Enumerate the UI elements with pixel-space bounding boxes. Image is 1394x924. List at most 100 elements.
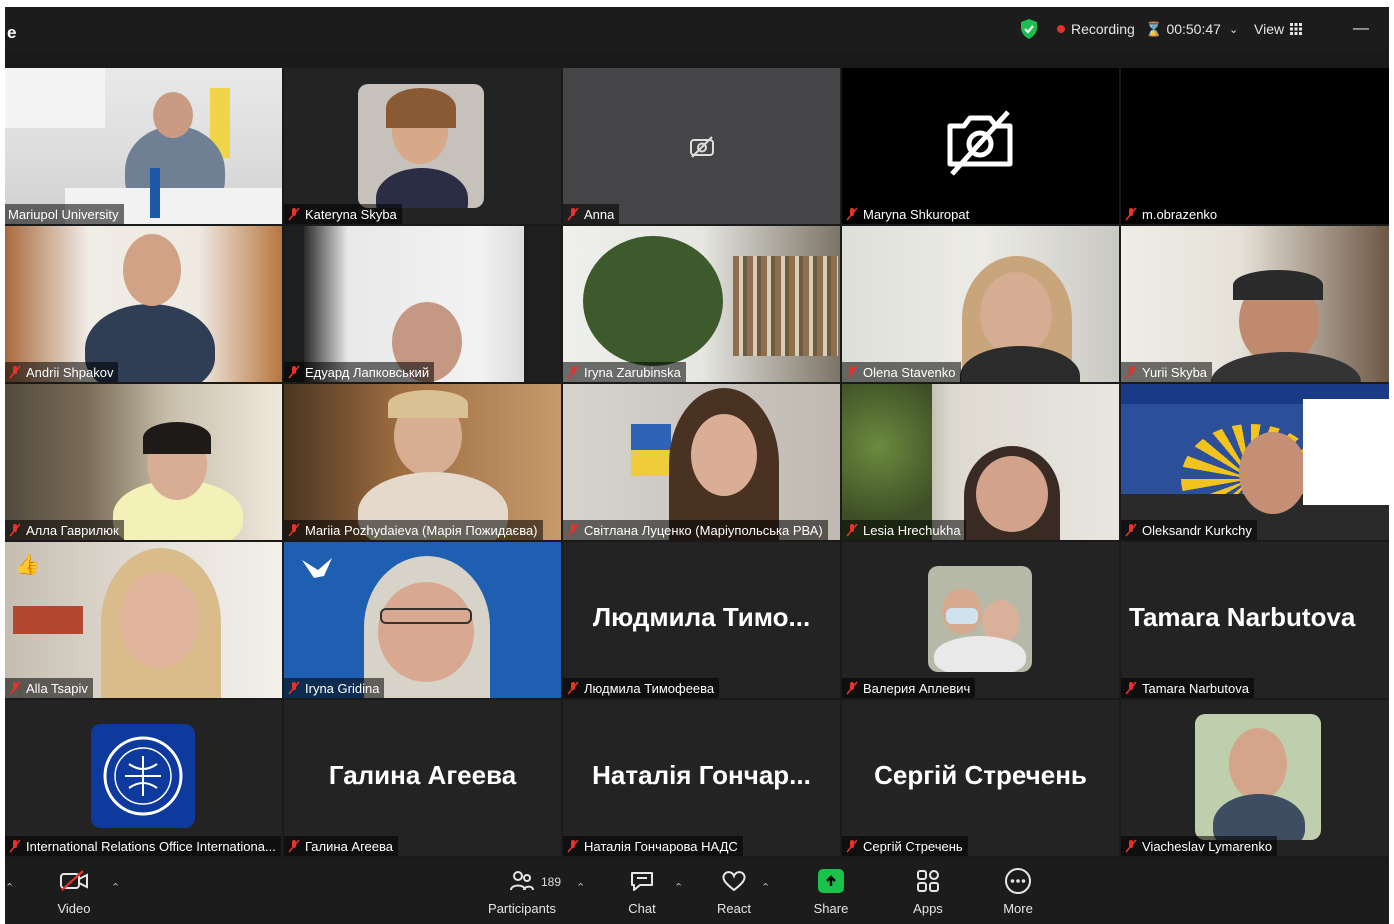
apps-icon bbox=[917, 870, 939, 892]
mic-muted-icon bbox=[288, 681, 300, 695]
participant-tile[interactable]: Iryna Zarubinska bbox=[563, 226, 840, 382]
mic-muted-icon bbox=[1125, 681, 1137, 695]
mic-muted-icon bbox=[288, 365, 300, 379]
participant-tile[interactable]: Сергій Стречень Сергій Стречень bbox=[842, 700, 1119, 856]
view-button[interactable]: View bbox=[1254, 7, 1303, 51]
participant-tile[interactable]: Едуард Лапковський bbox=[284, 226, 561, 382]
more-icon bbox=[1005, 868, 1031, 894]
zoom-meeting-window: e Recording ⌛ 00:50:47 ⌄ View — Mariupol… bbox=[5, 7, 1389, 924]
mic-muted-icon bbox=[9, 365, 21, 379]
participant-name: International Relations Office Internati… bbox=[5, 836, 281, 856]
react-heart-icon bbox=[722, 871, 746, 892]
chat-options-caret[interactable]: ⌃ bbox=[674, 881, 683, 894]
participant-tile[interactable]: Алла Гаврилюк bbox=[5, 384, 282, 540]
participant-name: Anna bbox=[563, 204, 620, 224]
react-options-caret[interactable]: ⌃ bbox=[761, 881, 770, 894]
participant-tile[interactable]: Olena Stavenko bbox=[842, 226, 1119, 382]
video-options-caret[interactable]: ⌃ bbox=[111, 881, 120, 894]
participant-tile[interactable]: Andrii Shpakov bbox=[5, 226, 282, 382]
more-label: More bbox=[1003, 901, 1033, 916]
mic-muted-icon bbox=[567, 681, 579, 695]
participant-tile[interactable]: Людмила Тимо... Людмила Тимофеева bbox=[563, 542, 840, 698]
participant-name: m.obrazenko bbox=[1121, 204, 1223, 224]
video-button[interactable]: Video bbox=[29, 865, 119, 916]
participant-tile[interactable]: Kateryna Skyba bbox=[284, 68, 561, 224]
video-off-icon bbox=[690, 136, 714, 158]
react-label: React bbox=[717, 901, 751, 916]
university-logo-icon bbox=[91, 724, 195, 828]
participant-tile[interactable]: 👍 Alla Tsapiv bbox=[5, 542, 282, 698]
mic-muted-icon bbox=[9, 523, 21, 537]
profile-photo bbox=[928, 566, 1032, 672]
meeting-timer[interactable]: ⌛ 00:50:47 ⌄ bbox=[1145, 7, 1238, 51]
participant-display-name: Наталія Гончар... bbox=[592, 760, 811, 790]
video-off-icon bbox=[60, 870, 88, 891]
participant-tile[interactable]: Валерия Аплевич bbox=[842, 542, 1119, 698]
share-arrow-icon bbox=[818, 869, 844, 893]
audio-options-caret[interactable]: ⌃ bbox=[5, 881, 14, 894]
participant-tile[interactable]: Yurii Skyba bbox=[1121, 226, 1389, 382]
participant-name: Andrii Shpakov bbox=[5, 362, 119, 382]
mic-muted-icon bbox=[9, 839, 21, 853]
profile-photo bbox=[358, 84, 484, 208]
participant-tile[interactable]: Iryna Gridina bbox=[284, 542, 561, 698]
participant-name: Kateryna Skyba bbox=[284, 204, 402, 224]
timer-value: 00:50:47 bbox=[1166, 21, 1221, 37]
video-label: Video bbox=[57, 901, 91, 916]
participant-tile[interactable]: Mariia Pozhydaieva (Марія Пожидаєва) bbox=[284, 384, 561, 540]
participant-name: Tamara Narbutova bbox=[1121, 678, 1254, 698]
participant-name: Алла Гаврилюк bbox=[5, 520, 124, 540]
meeting-controls-toolbar: ⌃ Video ⌃ Participants 189 ⌃ Chat ⌃ Reac… bbox=[5, 861, 1389, 924]
chat-label: Chat bbox=[628, 901, 656, 916]
share-button[interactable]: Share bbox=[786, 865, 876, 916]
participant-tile[interactable]: Maryna Shkuropat bbox=[842, 68, 1119, 224]
participant-tile[interactable]: Mariupol University bbox=[5, 68, 282, 224]
mic-muted-icon bbox=[846, 365, 858, 379]
view-label: View bbox=[1254, 21, 1285, 37]
mic-muted-icon bbox=[846, 681, 858, 695]
participant-display-name: Tamara Narbutova bbox=[1129, 602, 1356, 632]
mic-muted-icon bbox=[1125, 523, 1137, 537]
mic-muted-icon bbox=[288, 523, 300, 537]
participant-name: Mariupol University bbox=[5, 204, 124, 224]
encryption-shield-icon[interactable] bbox=[1018, 7, 1040, 51]
participant-tile[interactable]: Tamara Narbutova Tamara Narbutova bbox=[1121, 542, 1389, 698]
apps-button[interactable]: Apps bbox=[883, 865, 973, 916]
mic-muted-icon bbox=[1125, 365, 1137, 379]
participant-name: Iryna Gridina bbox=[284, 678, 385, 698]
grid-view-icon bbox=[1290, 23, 1303, 35]
participants-button[interactable]: Participants bbox=[477, 865, 567, 916]
minimize-button[interactable]: — bbox=[1353, 7, 1369, 51]
more-button[interactable]: More bbox=[973, 865, 1063, 916]
participant-display-name: Людмила Тимо... bbox=[592, 602, 811, 632]
participants-label: Participants bbox=[488, 901, 556, 916]
participant-tile[interactable]: International Relations Office Internati… bbox=[5, 700, 282, 856]
dove-logo-icon bbox=[302, 558, 332, 578]
recording-dot-icon bbox=[1057, 25, 1065, 33]
mic-muted-icon bbox=[567, 523, 579, 537]
mic-muted-icon bbox=[846, 207, 858, 221]
participant-name: Iryna Zarubinska bbox=[563, 362, 686, 382]
participants-icon bbox=[510, 871, 534, 891]
participant-name: Світлана Луценко (Маріупольська РВА) bbox=[563, 520, 828, 540]
participant-name: Lesia Hrechukha bbox=[842, 520, 966, 540]
participant-tile[interactable]: m.obrazenko bbox=[1121, 68, 1389, 224]
participants-count: 189 bbox=[541, 875, 562, 889]
mic-muted-icon bbox=[846, 839, 858, 853]
mic-muted-icon bbox=[567, 207, 579, 221]
participant-tile[interactable]: Галина Агеева Галина Агеева bbox=[284, 700, 561, 856]
participant-tile[interactable]: Viacheslav Lymarenko bbox=[1121, 700, 1389, 856]
recording-indicator[interactable]: Recording bbox=[1057, 7, 1135, 51]
participant-tile[interactable]: Anna bbox=[563, 68, 840, 224]
participant-tile[interactable]: Lesia Hrechukha bbox=[842, 384, 1119, 540]
chat-icon bbox=[631, 872, 653, 891]
participants-options-caret[interactable]: ⌃ bbox=[576, 881, 585, 894]
participant-name: Yurii Skyba bbox=[1121, 362, 1213, 382]
participant-name: Валерия Аплевич bbox=[842, 678, 976, 698]
participant-tile[interactable]: Світлана Луценко (Маріупольська РВА) bbox=[563, 384, 840, 540]
mic-muted-icon bbox=[846, 523, 858, 537]
participant-tile[interactable]: Наталія Гончар... Наталія Гончарова НАДС bbox=[563, 700, 840, 856]
share-label: Share bbox=[813, 901, 849, 916]
participant-name: Maryna Shkuropat bbox=[842, 204, 975, 224]
participant-name: Едуард Лапковський bbox=[284, 362, 435, 382]
